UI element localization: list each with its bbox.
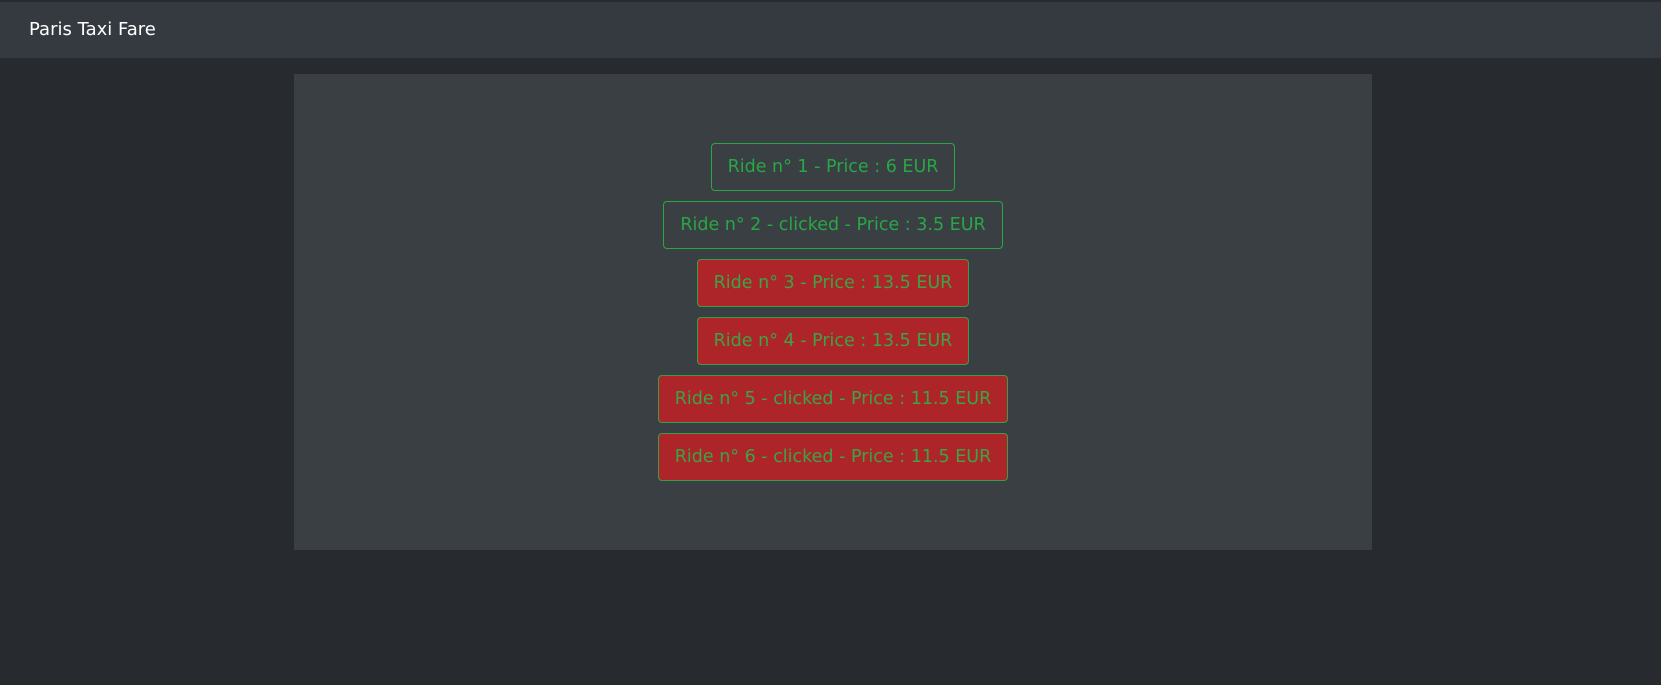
ride-button-6[interactable]: Ride n° 6 - clicked - Price : 11.5 EUR	[657, 433, 1009, 481]
navbar: Paris Taxi Fare	[0, 2, 1661, 58]
ride-button-2[interactable]: Ride n° 2 - clicked - Price : 3.5 EUR	[663, 201, 1003, 249]
ride-button-3[interactable]: Ride n° 3 - Price : 13.5 EUR	[696, 259, 970, 307]
navbar-brand[interactable]: Paris Taxi Fare	[29, 18, 156, 42]
ride-button-4[interactable]: Ride n° 4 - Price : 13.5 EUR	[696, 317, 970, 365]
ride-button-5[interactable]: Ride n° 5 - clicked - Price : 11.5 EUR	[657, 375, 1009, 423]
ride-button-1[interactable]: Ride n° 1 - Price : 6 EUR	[710, 143, 956, 191]
ride-list: Ride n° 1 - Price : 6 EUR Ride n° 2 - cl…	[294, 143, 1372, 491]
rides-panel: Ride n° 1 - Price : 6 EUR Ride n° 2 - cl…	[294, 74, 1372, 550]
